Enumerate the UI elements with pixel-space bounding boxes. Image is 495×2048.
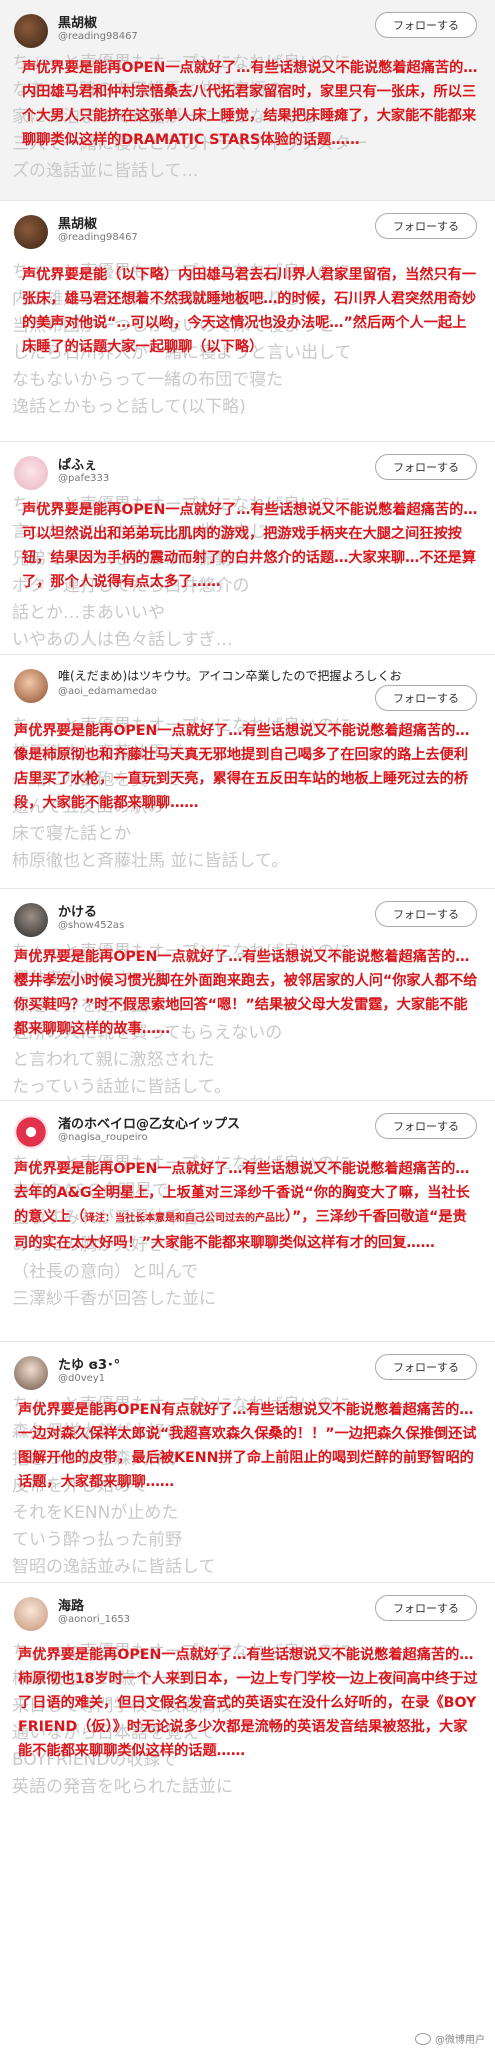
tweet-card: ぱふぇ @pafe333 フォローする ちょっと声優界もオープンになれば良いのに… [0,442,495,654]
translation-text: 声优界要是能（以下略）内田雄马君去石川界人君家里留宿，当然只有一张床，雄马君还想… [22,267,477,355]
user-handle: @reading98467 [58,31,138,42]
eye-icon [415,2032,431,2045]
user-name[interactable]: 渚のホベイロ@乙女心イップス [58,1113,240,1132]
user-name[interactable]: 黒胡椒 [58,12,97,31]
translation-text: 声优界要是能再OPEN一点就好了…有些话想说又不能说憋着超痛苦的…内田雄马君和仲… [22,60,478,148]
follow-button[interactable]: フォローする [375,213,477,239]
user-name[interactable]: ぱふぇ [58,454,97,473]
translator-note: 译注：当社长本意是和自己公司过去的产品比 [84,1213,285,1224]
tweet-card: たゆ ɞ3･° @d0vey1 フォローする ちょっと声優界もオープンになれば良… [0,1342,495,1582]
tweet-card: 唯(えだまめ)はツキウサ。アイコン卒業したので把握よろしくお @aoi_edam… [0,655,495,888]
user-handle: @aonori_1653 [58,1614,131,1625]
avatar[interactable] [14,1597,48,1631]
tweet-card: かける @show452as フォローする ちょっと声優界もオープンになれば良い… [0,889,495,1100]
translation-text: 声优界要是能再OPEN有点就好了…有些话想说又不能说憋着超痛苦的…一边对森久保祥… [18,1402,477,1490]
translation-text: 声优界要是能再OPEN一点就好了…有些话想说又不能说憋着超痛苦的…像是柿原彻也和… [14,723,470,811]
avatar[interactable] [14,215,48,249]
user-handle: @d0vey1 [58,1373,106,1384]
translation-text: 声优界要是能再OPEN一点就好了…有些话想说又不能说憋着超痛苦的…樱井孝宏小时候… [14,949,478,1037]
user-name[interactable]: 海路 [58,1595,84,1614]
user-name[interactable]: たゆ ɞ3･° [58,1354,120,1373]
follow-button[interactable]: フォローする [375,901,477,927]
follow-button[interactable]: フォローする [375,685,477,711]
user-name[interactable]: 唯(えだまめ)はツキウサ。アイコン卒業したので把握よろしくお [58,667,401,684]
avatar[interactable] [14,1115,48,1149]
user-handle: @aoi_edamamedao [58,686,158,697]
user-handle: @pafe333 [58,473,110,484]
follow-button[interactable]: フォローする [375,1354,477,1380]
follow-button[interactable]: フォローする [375,1113,477,1139]
avatar[interactable] [14,669,48,703]
user-handle: @nagisa_roupeiro [58,1132,148,1143]
user-name[interactable]: 黒胡椒 [58,213,97,232]
translation-text: 声优界要是能再OPEN一点就好了…有些话想说又不能说憋着超痛苦的…柿原彻也18岁… [18,1647,478,1759]
avatar[interactable] [14,14,48,48]
user-name[interactable]: かける [58,901,97,920]
tweet-card: 黒胡椒 @reading98467 フォローする ちょっと声優界もオープンになれ… [0,0,495,200]
watermark: @微博用户 [415,2031,485,2046]
tweet-card: 渚のホベイロ@乙女心イップス @nagisa_roupeiro フォローする ち… [0,1101,495,1341]
follow-button[interactable]: フォローする [375,454,477,480]
avatar[interactable] [14,456,48,490]
follow-button[interactable]: フォローする [375,12,477,38]
tweet-card: 黒胡椒 @reading98467 フォローする ちょっと声優界もオープンになれ… [0,201,495,441]
translation-text: 声优界要是能再OPEN一点就好了…有些话想说又不能说憋着超痛苦的…可以坦然说出和… [22,502,478,590]
avatar[interactable] [14,1356,48,1390]
follow-button[interactable]: フォローする [375,1595,477,1621]
user-handle: @show452as [58,920,125,931]
tweet-card: 海路 @aonori_1653 フォローする ちょっと声優界もオープンになれば良… [0,1583,495,2048]
watermark-text: @微博用户 [435,2035,485,2046]
translation-text: 声优界要是能再OPEN一点就好了…有些话想说又不能说憋着超痛苦的…去年的A&G全… [14,1157,479,1255]
user-handle: @reading98467 [58,232,138,243]
avatar[interactable] [14,903,48,937]
